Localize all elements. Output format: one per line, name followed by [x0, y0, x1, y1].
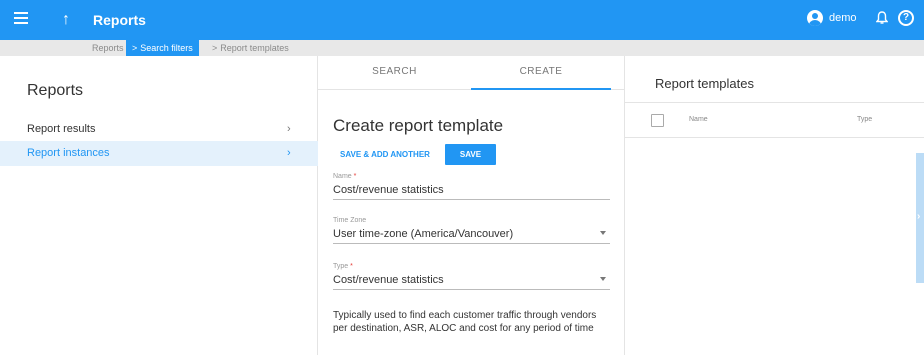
chevron-right-icon: › — [917, 211, 921, 222]
bell-icon[interactable] — [875, 11, 889, 28]
tab-bar: SEARCH CREATE — [318, 56, 625, 90]
name-input[interactable]: Cost/revenue statistics — [333, 184, 610, 200]
type-description: Typically used to find each customer tra… — [333, 310, 597, 334]
dropdown-caret-icon — [600, 231, 606, 235]
report-templates-title: Report templates — [655, 76, 754, 91]
dropdown-caret-icon — [600, 277, 606, 281]
type-select[interactable]: Cost/revenue statistics — [333, 274, 610, 290]
column-header-name[interactable]: Name — [689, 116, 708, 123]
page-title: Reports — [93, 12, 146, 28]
sidebar-item-report-results[interactable]: Report results › — [0, 117, 318, 142]
help-icon[interactable]: ? — [898, 10, 914, 26]
arrow-up-icon[interactable]: ↑ — [62, 11, 70, 29]
expand-panel-handle[interactable]: › — [916, 153, 924, 283]
breadcrumb-item-search-filters[interactable]: > Search filters — [126, 40, 199, 56]
report-templates-panel: Report templates Name Type — [625, 56, 924, 355]
column-header-type[interactable]: Type — [857, 116, 872, 123]
name-field-label: Name — [333, 173, 352, 180]
save-and-add-another-button[interactable]: SAVE & ADD ANOTHER — [340, 150, 430, 159]
chevron-right-icon: › — [287, 147, 291, 159]
type-field-label: Type — [333, 263, 349, 270]
sidebar-item-label: Report instances — [27, 147, 110, 159]
required-marker: * — [353, 173, 357, 180]
timezone-value: User time-zone (America/Vancouver) — [333, 228, 514, 240]
type-value: Cost/revenue statistics — [333, 274, 444, 286]
chevron-right-icon: › — [287, 123, 291, 135]
sidebar-title: Reports — [27, 82, 84, 99]
timezone-field: Time Zone User time-zone (America/Vancou… — [333, 217, 610, 244]
tab-create[interactable]: CREATE — [471, 56, 611, 90]
breadcrumb-item-reports[interactable]: Reports — [86, 40, 130, 56]
type-field: Type * Cost/revenue statistics — [333, 263, 610, 290]
required-marker: * — [350, 263, 353, 270]
breadcrumb-item-report-templates[interactable]: > Report templates — [206, 40, 295, 56]
username: demo — [829, 12, 857, 24]
user-menu[interactable]: demo — [807, 10, 857, 26]
sidebar-item-report-instances[interactable]: Report instances › — [0, 141, 318, 166]
tab-search[interactable]: SEARCH — [318, 56, 471, 90]
table-header: Name Type — [625, 102, 924, 138]
sidebar-item-label: Report results — [27, 123, 96, 135]
timezone-select[interactable]: User time-zone (America/Vancouver) — [333, 228, 610, 244]
breadcrumb: Reports > Search filters > Report template… — [0, 40, 924, 56]
menu-icon[interactable] — [14, 12, 28, 26]
reports-sidebar: Reports Report results › Report instance… — [0, 56, 318, 355]
save-button[interactable]: SAVE — [445, 144, 496, 165]
timezone-field-label: Time Zone — [333, 217, 367, 224]
create-template-panel: SEARCH CREATE Create report template SAV… — [318, 56, 625, 355]
account-icon — [807, 10, 823, 26]
name-field: Name * Cost/revenue statistics — [333, 173, 610, 200]
top-app-bar: ↑ Reports demo ? — [0, 0, 924, 40]
checkbox-icon[interactable] — [651, 114, 664, 127]
form-title: Create report template — [333, 116, 504, 135]
